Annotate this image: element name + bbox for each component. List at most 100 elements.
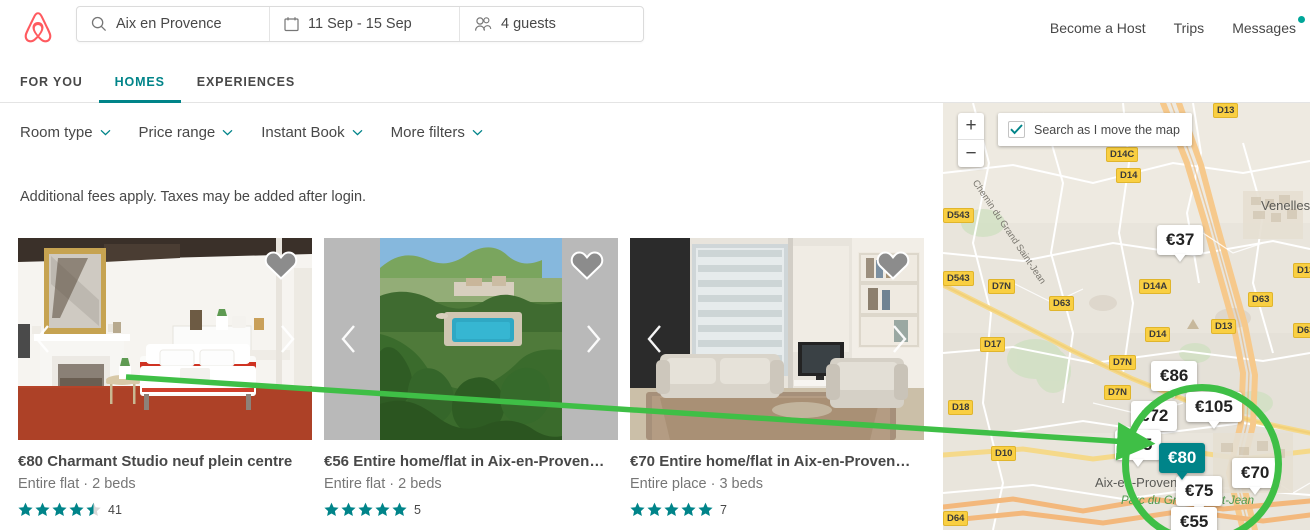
airbnb-logo[interactable] xyxy=(20,9,56,47)
map-road-label: D13 xyxy=(1211,319,1237,334)
tab-homes-label: HOMES xyxy=(114,75,165,89)
search-as-i-move-checkbox[interactable] xyxy=(1008,121,1025,138)
listing-title[interactable]: €70 Entire home/flat in Aix-en-Proven… xyxy=(630,452,924,471)
filter-room-type[interactable]: Room type xyxy=(20,124,111,141)
map-price-pin-tail xyxy=(1168,390,1181,398)
chevron-down-icon xyxy=(472,129,483,136)
search-location-field[interactable]: Aix en Provence xyxy=(77,7,269,41)
search-bar[interactable]: Aix en Provence 11 Sep - 15 Sep 4 guests xyxy=(76,6,644,42)
chevron-down-icon xyxy=(100,129,111,136)
listing-results: €80 Charmant Studio neuf plein centre En… xyxy=(18,238,924,517)
map-road-label: D7N xyxy=(1109,355,1137,370)
map-price-pin[interactable]: €55 xyxy=(1115,430,1162,467)
map-price-pin-label: €105 xyxy=(1186,392,1242,422)
search-icon xyxy=(91,16,107,32)
listing-card[interactable]: €56 Entire home/flat in Aix-en-Proven… E… xyxy=(324,238,618,517)
map-road-label: D7N xyxy=(988,279,1016,294)
save-heart-icon[interactable] xyxy=(264,249,298,280)
map-price-pin-tail xyxy=(1207,421,1220,429)
map-price-pin-tail xyxy=(1174,254,1187,262)
chevron-down-icon xyxy=(352,129,363,136)
filter-price-range-label: Price range xyxy=(138,123,216,141)
map-zoom-controls: + − xyxy=(958,113,984,167)
filter-more-filters[interactable]: More filters xyxy=(391,124,483,141)
search-dates-value: 11 Sep - 15 Sep xyxy=(308,16,412,32)
filter-instant-book[interactable]: Instant Book xyxy=(261,123,363,141)
filter-more-filters-label: More filters xyxy=(390,123,465,141)
map-road-label: D63 xyxy=(1293,323,1310,338)
map-price-pin[interactable]: €37 xyxy=(1157,225,1204,262)
guests-icon xyxy=(474,16,492,32)
nav-messages-label: Messages xyxy=(1232,20,1296,36)
map-place-label-venelles: Venelles xyxy=(1261,198,1310,213)
tab-experiences-label: EXPERIENCES xyxy=(196,75,296,89)
listing-subtitle: Entire place · 3 beds xyxy=(630,476,763,492)
tab-for-you[interactable]: FOR YOU xyxy=(20,75,99,103)
review-count: 7 xyxy=(720,502,727,517)
tab-experiences[interactable]: EXPERIENCES xyxy=(181,75,311,103)
review-count: 5 xyxy=(414,502,421,517)
review-count: 41 xyxy=(108,502,122,517)
search-as-i-move-control[interactable]: Search as I move the map xyxy=(998,113,1192,146)
save-heart-icon[interactable] xyxy=(876,249,910,280)
map-price-pin[interactable]: €105 xyxy=(1186,392,1242,429)
map-price-pin-label: €72 xyxy=(1131,401,1178,431)
map-zoom-in-button[interactable]: + xyxy=(958,113,984,140)
tab-homes[interactable]: HOMES xyxy=(98,75,181,103)
listing-card[interactable]: €70 Entire home/flat in Aix-en-Proven… E… xyxy=(630,238,924,517)
save-heart-icon[interactable] xyxy=(570,249,604,280)
filter-instant-book-label: Instant Book xyxy=(261,123,345,141)
listing-title[interactable]: €56 Entire home/flat in Aix-en-Proven… xyxy=(324,452,618,471)
search-as-i-move-label: Search as I move the map xyxy=(1034,122,1180,137)
listing-photo[interactable] xyxy=(324,238,618,440)
map-road-label: D63 xyxy=(1049,296,1075,311)
map-road-label: D14A xyxy=(1139,279,1172,294)
listing-subtitle: Entire flat · 2 beds xyxy=(18,476,136,492)
chevron-down-icon xyxy=(222,129,233,136)
listing-title[interactable]: €80 Charmant Studio neuf plein centre xyxy=(18,452,312,471)
nav-messages[interactable]: Messages xyxy=(1232,16,1305,36)
filter-bar: Room type Price range Instant Book More … xyxy=(20,103,483,161)
map-road-label: D63 xyxy=(1248,292,1274,307)
map-price-pin[interactable]: €70 xyxy=(1232,458,1279,495)
search-guests-value: 4 guests xyxy=(501,16,556,32)
carousel-prev-icon[interactable] xyxy=(340,324,357,354)
map-price-pin[interactable]: €55 xyxy=(1171,507,1218,530)
map-road-label: D64 xyxy=(943,511,969,526)
map-price-pin-label: €86 xyxy=(1151,361,1198,391)
carousel-next-icon[interactable] xyxy=(279,324,296,354)
map-road-label: D14C xyxy=(1106,147,1139,162)
map-road-label: D17 xyxy=(980,337,1006,352)
map-price-pin-label: €37 xyxy=(1157,225,1204,255)
primary-tabs: FOR YOU HOMES EXPERIENCES xyxy=(0,56,1310,103)
search-guests-field[interactable]: 4 guests xyxy=(459,7,643,41)
listing-photo[interactable] xyxy=(18,238,312,440)
filter-price-range[interactable]: Price range xyxy=(139,124,234,141)
map-panel[interactable]: Chemin du Grand Saint-Jean D13 D14C D14 … xyxy=(943,103,1310,530)
nav-trips-label: Trips xyxy=(1173,20,1205,36)
listing-card[interactable]: €80 Charmant Studio neuf plein centre En… xyxy=(18,238,312,517)
map-price-pin-selected[interactable]: €80 xyxy=(1159,443,1206,480)
carousel-next-icon[interactable] xyxy=(585,324,602,354)
nav-become-a-host[interactable]: Become a Host xyxy=(1050,20,1146,36)
listing-rating: 5 xyxy=(324,502,618,517)
listing-photo[interactable] xyxy=(630,238,924,440)
map-road-label: D14 xyxy=(1116,168,1142,183)
listing-subtitle: Entire flat · 2 beds xyxy=(324,476,442,492)
header-nav: Become a Host Trips Messages xyxy=(1050,0,1305,56)
carousel-next-icon[interactable] xyxy=(891,324,908,354)
nav-trips[interactable]: Trips xyxy=(1174,20,1205,36)
carousel-prev-icon[interactable] xyxy=(34,324,51,354)
map-road-label: D14 xyxy=(1145,327,1171,342)
airbnb-search-results-page: Aix en Provence 11 Sep - 15 Sep 4 guests… xyxy=(0,0,1310,530)
search-dates-field[interactable]: 11 Sep - 15 Sep xyxy=(269,7,459,41)
site-header: Aix en Provence 11 Sep - 15 Sep 4 guests… xyxy=(0,0,1310,56)
calendar-icon xyxy=(284,16,299,32)
carousel-prev-icon[interactable] xyxy=(646,324,663,354)
map-road-label: D543 xyxy=(943,271,974,286)
messages-notification-dot xyxy=(1298,16,1305,23)
map-price-pin-tail xyxy=(1249,487,1262,495)
map-zoom-out-button[interactable]: − xyxy=(958,140,984,167)
listing-rating: 41 xyxy=(18,502,312,517)
map-price-pin-label: €55 xyxy=(1115,430,1162,460)
